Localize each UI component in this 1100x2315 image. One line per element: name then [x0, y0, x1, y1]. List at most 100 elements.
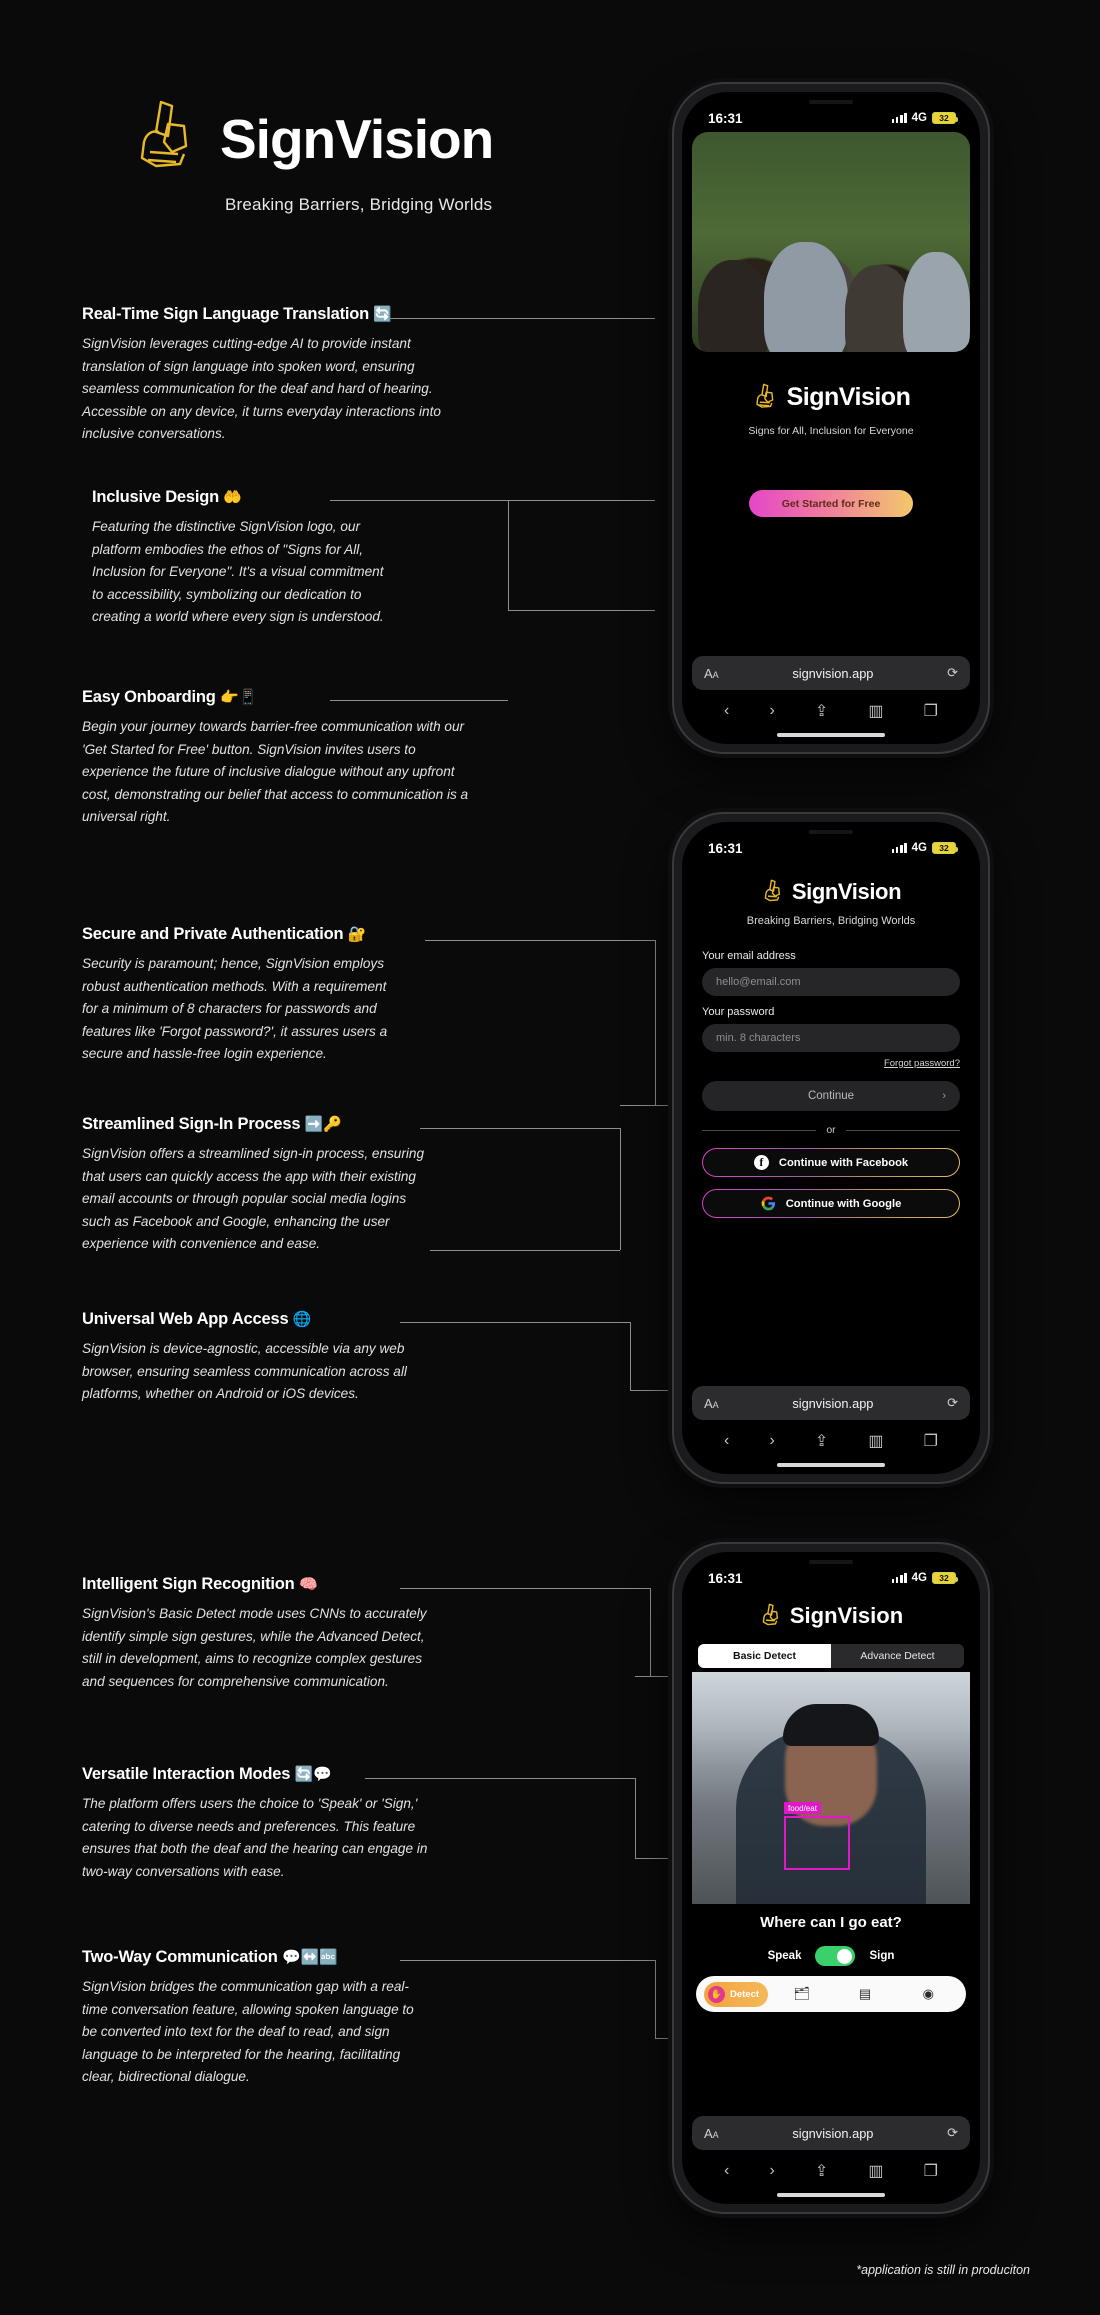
tabs-icon[interactable]: ❐	[924, 1431, 938, 1451]
hand-sign-logo-icon	[762, 1603, 778, 1626]
back-icon[interactable]: ‹	[724, 702, 729, 720]
lock-key-icon: 🔐	[347, 926, 367, 943]
connector-line-6b	[630, 1322, 631, 1390]
record-icon[interactable]: ◉	[899, 1986, 958, 2002]
battery-level: 32	[939, 843, 949, 853]
url-host[interactable]: signvision.app	[792, 666, 873, 681]
feature-heading-text: Two-Way Communication	[82, 1948, 278, 1966]
feature-secure-authentication: Secure and Private Authentication 🔐 Secu…	[82, 925, 422, 1066]
safari-url-bar[interactable]: AA signvision.app ⟳	[692, 1386, 970, 1420]
feature-universal-web-access: Universal Web App Access 🌐 SignVision is…	[82, 1310, 442, 1406]
detect-icon: ✋	[708, 1985, 725, 2003]
book-icon[interactable]: ▥	[868, 2161, 883, 2181]
password-field[interactable]: min. 8 characters	[702, 1024, 960, 1052]
signal-icon	[891, 1573, 907, 1583]
status-bar: 16:31 4G 32	[682, 92, 980, 132]
feature-realtime-translation: Real-Time Sign Language Translation 🔄 Si…	[82, 305, 472, 446]
reload-icon[interactable]: ⟳	[947, 2125, 958, 2141]
feature-body: SignVision offers a streamlined sign-in …	[82, 1146, 425, 1252]
feature-easy-onboarding: Easy Onboarding 👉📱 Begin your journey to…	[82, 688, 482, 829]
facebook-login-button[interactable]: f Continue with Facebook	[702, 1148, 960, 1177]
card-icon[interactable]: ▤	[835, 1986, 894, 2002]
hand-sign-logo-icon	[764, 879, 780, 902]
tab-detect-label: Detect	[730, 1988, 760, 2000]
feature-heading: Inclusive Design 🤲	[92, 488, 402, 507]
book-icon[interactable]: ▥	[868, 701, 883, 721]
feature-body: SignVision leverages cutting-edge AI to …	[82, 336, 441, 442]
forward-icon[interactable]: ›	[769, 2162, 774, 2180]
forward-icon[interactable]: ›	[769, 702, 774, 720]
phone1-subtitle: Signs for All, Inclusion for Everyone	[748, 425, 914, 437]
feature-heading: Real-Time Sign Language Translation 🔄	[82, 305, 472, 324]
feature-heading-text: Easy Onboarding	[82, 688, 216, 706]
feature-body: Featuring the distinctive SignVision log…	[92, 519, 384, 625]
aa-small: A	[712, 669, 719, 680]
safari-url-bar[interactable]: AA signvision.app ⟳	[692, 2116, 970, 2150]
connector-line-4a	[425, 940, 655, 941]
tabs-icon[interactable]: ❐	[924, 701, 938, 721]
reload-icon[interactable]: ⟳	[947, 1395, 958, 1411]
share-icon[interactable]: ⇪	[815, 1431, 828, 1451]
book-icon[interactable]: ▥	[868, 1431, 883, 1451]
hero-people-group	[692, 224, 970, 352]
text-size-button[interactable]: AA	[704, 666, 719, 681]
get-started-button[interactable]: Get Started for Free	[749, 490, 913, 517]
tab-basic-detect[interactable]: Basic Detect	[698, 1644, 831, 1668]
signin-form: Your email address hello@email.com Your …	[702, 950, 960, 1218]
back-icon[interactable]: ‹	[724, 1432, 729, 1450]
tab-detect[interactable]: ✋ Detect	[704, 1981, 769, 2007]
text-size-button[interactable]: AA	[704, 2126, 719, 2141]
subject-hair	[783, 1704, 879, 1746]
chevron-right-icon: ›	[942, 1090, 946, 1102]
refresh-chat-icon: 🔄💬	[294, 1766, 332, 1783]
reload-icon[interactable]: ⟳	[947, 665, 958, 681]
google-login-button[interactable]: Continue with Google	[702, 1189, 960, 1218]
transcribed-question: Where can I go eat?	[760, 1914, 902, 1931]
or-divider: or	[702, 1124, 960, 1136]
connector-line-9b	[655, 1960, 656, 2038]
feature-versatile-modes: Versatile Interaction Modes 🔄💬 The platf…	[82, 1765, 442, 1883]
phone2-subtitle: Breaking Barriers, Bridging Worlds	[746, 915, 916, 927]
back-icon[interactable]: ‹	[724, 2162, 729, 2180]
folder-icon[interactable]: 🗂	[772, 1986, 831, 2002]
brand-name: SignVision	[220, 108, 494, 170]
feature-heading-text: Streamlined Sign-In Process	[82, 1115, 301, 1133]
safari-toolbar: ‹ › ⇪ ▥ ❐	[682, 1424, 980, 1458]
speak-sign-toggle[interactable]	[815, 1946, 856, 1966]
hero-photo	[692, 132, 970, 352]
phone2-logo-row: SignVision	[682, 878, 980, 906]
globe-icon: 🌐	[292, 1311, 312, 1328]
tabs-icon[interactable]: ❐	[924, 2161, 938, 2181]
home-indicator	[777, 1463, 885, 1467]
phone3-app-name: SignVision	[789, 1603, 904, 1628]
url-host[interactable]: signvision.app	[792, 2126, 873, 2141]
feature-heading: Streamlined Sign-In Process ➡️🔑	[82, 1115, 442, 1134]
safari-url-bar[interactable]: AA signvision.app ⟳	[692, 656, 970, 690]
camera-preview: food/eat	[692, 1672, 970, 1904]
text-size-button[interactable]: AA	[704, 1396, 719, 1411]
battery-icon: 32	[932, 112, 958, 124]
connector-line-8b	[635, 1778, 636, 1858]
feature-body: SignVision bridges the communication gap…	[82, 1979, 414, 2085]
continue-button[interactable]: Continue ›	[702, 1081, 960, 1111]
status-time: 16:31	[708, 110, 743, 126]
share-icon[interactable]: ⇪	[815, 2161, 828, 2181]
feature-heading-text: Inclusive Design	[92, 488, 220, 506]
hand-sign-logo-icon	[140, 100, 188, 168]
brain-icon: 🧠	[298, 1576, 318, 1593]
share-icon[interactable]: ⇪	[815, 701, 828, 721]
tab-advance-detect[interactable]: Advance Detect	[831, 1644, 964, 1668]
feature-heading-text: Real-Time Sign Language Translation	[82, 305, 370, 323]
forward-icon[interactable]: ›	[769, 1432, 774, 1450]
pointing-phone-icon: 👉📱	[220, 689, 257, 706]
feature-body: SignVision's Basic Detect mode uses CNNs…	[82, 1606, 427, 1689]
detect-mode-tabs: Basic Detect Advance Detect	[698, 1644, 964, 1668]
battery-icon: 32	[932, 842, 958, 854]
forgot-password-link[interactable]: Forgot password?	[702, 1058, 960, 1069]
url-host[interactable]: signvision.app	[792, 1396, 873, 1411]
google-icon	[761, 1196, 775, 1211]
email-field[interactable]: hello@email.com	[702, 968, 960, 996]
google-label: Continue with Google	[785, 1197, 902, 1210]
email-label: Your email address	[702, 950, 796, 962]
safari-toolbar: ‹ › ⇪ ▥ ❐	[682, 694, 980, 728]
